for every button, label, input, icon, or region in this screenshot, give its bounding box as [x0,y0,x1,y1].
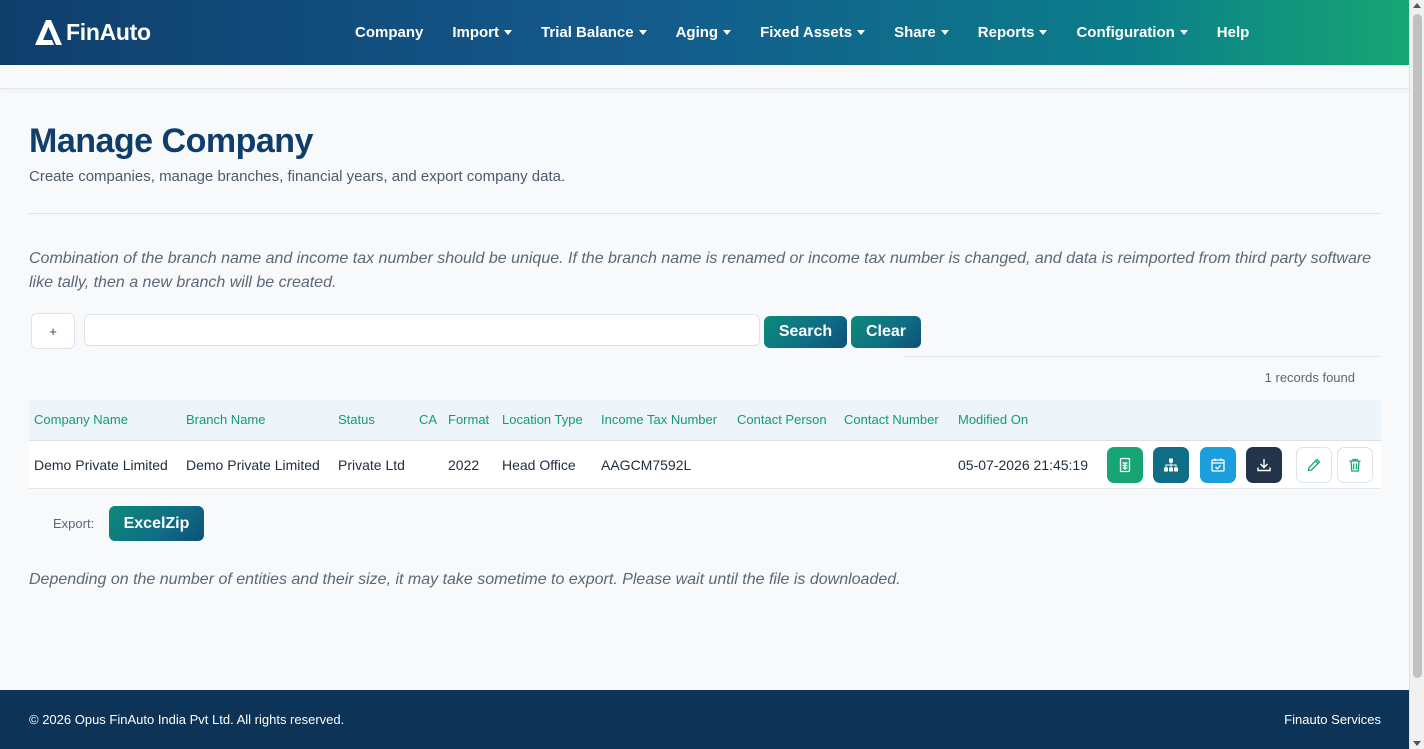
nav-label: Share [894,24,936,41]
nav-label: Aging [675,24,719,41]
top-navbar: FinAuto Company Import Trial Balance Agi… [0,0,1409,65]
cell-branch-name: Demo Private Limited [186,457,320,473]
delete-button[interactable] [1337,447,1373,483]
nav-label: Configuration [1076,24,1175,41]
divider [905,356,1379,357]
nav-fixed-assets[interactable]: Fixed Assets [760,24,866,41]
main-nav: Company Import Trial Balance Aging Fixed… [355,0,1278,65]
nav-aging[interactable]: Aging [676,24,732,41]
col-branch-name[interactable]: Branch Name [186,412,265,427]
export-note: Depending on the number of entities and … [29,571,901,588]
caret-down-icon [504,30,513,35]
nav-share[interactable]: Share [894,24,949,41]
caret-down-icon [1039,30,1048,35]
cell-location-type: Head Office [502,457,576,473]
caret-down-icon [723,30,732,35]
cell-format: 2022 [448,457,480,473]
nav-help[interactable]: Help [1217,24,1250,41]
uniqueness-note: Combination of the branch name and incom… [29,250,1372,291]
brand[interactable]: FinAuto [32,16,151,48]
nav-label: Fixed Assets [760,24,853,41]
col-contact-number[interactable]: Contact Number [844,412,939,427]
finauto-logo-icon [35,20,62,45]
caret-down-icon [940,30,949,35]
col-company-name[interactable]: Company Name [34,412,128,427]
calendar-check-icon [1211,458,1225,472]
clear-button[interactable]: Clear [851,316,921,348]
page-title: Manage Company [29,122,313,160]
cell-status: Private Ltd [338,457,405,473]
col-ca[interactable]: CA [419,412,437,427]
period-button[interactable] [1200,447,1236,483]
nav-import[interactable]: Import [452,24,513,41]
footer-copyright: © 2026 Opus FinAuto India Pvt Ltd. All r… [29,712,345,727]
search-button[interactable]: Search [764,316,847,348]
col-contact-person[interactable]: Contact Person [737,412,827,427]
add-company-button[interactable]: + [31,313,75,349]
cell-company-name: Demo Private Limited [34,457,168,473]
nav-company[interactable]: Company [355,24,423,41]
col-format[interactable]: Format [448,412,489,427]
scroll-down-icon[interactable] [1413,741,1421,746]
download-icon [1257,459,1271,472]
divider [29,213,1381,214]
trash-icon [1349,458,1361,472]
caret-down-icon [638,30,647,35]
footer: © 2026 Opus FinAuto India Pvt Ltd. All r… [0,690,1409,749]
nav-label: Trial Balance [541,24,634,41]
branches-button[interactable] [1153,447,1189,483]
caret-down-icon [1179,30,1188,35]
table-row: Demo Private Limited Demo Private Limite… [29,441,1381,489]
nav-label: Reports [977,24,1035,41]
nav-label: Help [1216,24,1250,41]
table-header: Company Name Branch Name Status CA Forma… [29,400,1381,441]
col-status[interactable]: Status [338,412,375,427]
nav-configuration[interactable]: Configuration [1076,24,1188,41]
cell-modified-on: 05-07-2026 21:45:19 [958,457,1088,473]
caret-down-icon [857,30,866,35]
page-subtitle: Create companies, manage branches, finan… [29,168,566,185]
col-location-type[interactable]: Location Type [502,412,583,427]
search-input[interactable] [84,314,760,346]
scroll-up-icon[interactable] [1413,3,1421,8]
col-modified-on[interactable]: Modified On [958,412,1028,427]
brand-name: FinAuto [66,18,151,45]
export-label: Export: [53,516,95,531]
nav-trial-balance[interactable]: Trial Balance [541,24,647,41]
sub-bar [0,65,1409,89]
pencil-icon [1307,458,1321,472]
financial-years-button[interactable] [1107,447,1143,483]
nav-reports[interactable]: Reports [978,24,1048,41]
vertical-scrollbar[interactable] [1409,0,1424,749]
col-income-tax-number[interactable]: Income Tax Number [601,412,717,427]
nav-label: Import [452,24,500,41]
records-count: 1 records found [1264,370,1355,385]
edit-button[interactable] [1296,447,1332,483]
excelzip-button[interactable]: ExcelZip [109,506,204,541]
spreadsheet-icon [1119,457,1131,473]
hierarchy-icon [1164,458,1178,472]
footer-services-link[interactable]: Finauto Services [1284,712,1381,727]
cell-income-tax-number: AAGCM7592L [601,457,692,473]
nav-label: Company [355,24,424,41]
download-button[interactable] [1246,447,1282,483]
scroll-thumb[interactable] [1413,14,1422,678]
